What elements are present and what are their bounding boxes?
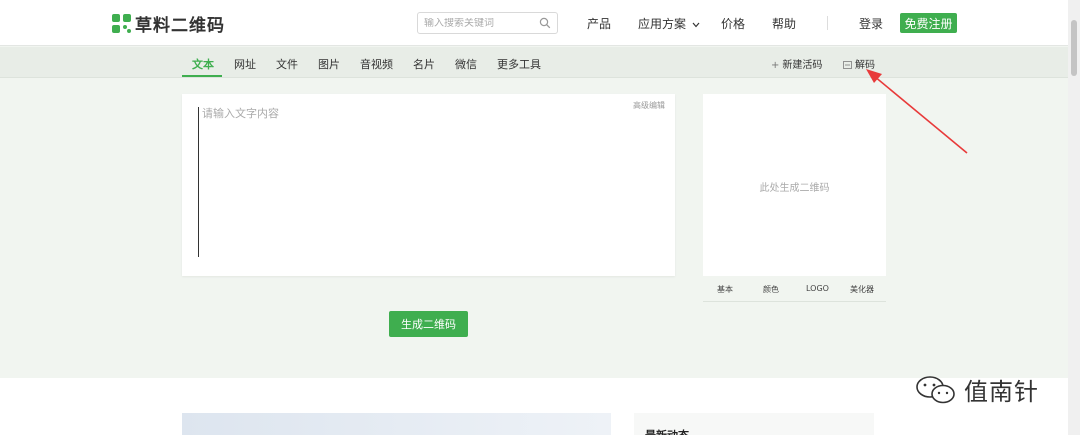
nav-divider — [827, 16, 828, 30]
wechat-watermark: 值南针 — [914, 372, 1039, 407]
advanced-edit-link[interactable]: 高级编辑 — [633, 100, 665, 111]
new-live-code-label: 新建活码 — [782, 60, 823, 71]
tab-file[interactable]: 文件 — [276, 56, 298, 72]
nav-pricing[interactable]: 价格 — [721, 15, 745, 32]
logo-text: 草料二维码 — [135, 15, 225, 36]
chevron-down-icon — [692, 22, 700, 27]
search-box[interactable] — [417, 12, 558, 34]
login-link[interactable]: 登录 — [859, 15, 883, 32]
tab-style-beautifier[interactable]: 美化器 — [850, 284, 874, 295]
search-icon[interactable] — [539, 17, 551, 29]
tab-audio-video[interactable]: 音视频 — [360, 56, 393, 72]
qr-preview-placeholder: 此处生成二维码 — [759, 183, 830, 194]
wechat-icon — [916, 375, 955, 403]
plus-icon: + — [771, 60, 780, 71]
new-live-code-link[interactable]: + 新建活码 — [771, 56, 822, 71]
tab-url[interactable]: 网址 — [234, 56, 256, 72]
tab-business-card[interactable]: 名片 — [413, 56, 435, 72]
text-content-input[interactable] — [198, 107, 658, 257]
tab-wechat[interactable]: 微信 — [455, 56, 477, 72]
tab-more-tools[interactable]: 更多工具 — [497, 56, 541, 72]
promo-banner[interactable] — [182, 413, 611, 435]
page-scrollbar[interactable] — [1068, 0, 1080, 435]
text-editor-panel: 高级编辑 — [182, 94, 675, 276]
decode-icon — [843, 61, 852, 69]
site-logo[interactable]: 草料二维码 — [112, 11, 225, 36]
nav-help[interactable]: 帮助 — [772, 15, 796, 32]
annotation-arrow — [866, 69, 968, 154]
tab-style-color[interactable]: 颜色 — [763, 284, 779, 295]
tab-text[interactable]: 文本 — [192, 56, 214, 72]
nav-solutions[interactable]: 应用方案 — [638, 15, 700, 32]
nav-solutions-label: 应用方案 — [638, 17, 687, 31]
search-input[interactable] — [424, 17, 534, 29]
register-button[interactable]: 免费注册 — [900, 13, 957, 33]
active-tab-indicator — [182, 75, 222, 77]
nav-products[interactable]: 产品 — [587, 15, 611, 32]
qr-preview-panel: 此处生成二维码 — [703, 94, 886, 276]
scrollbar-thumb[interactable] — [1071, 20, 1077, 76]
watermark-text: 值南针 — [964, 378, 1039, 406]
tab-style-basic[interactable]: 基本 — [717, 284, 733, 295]
news-title: 最新动态 — [645, 427, 689, 435]
top-header: 草料二维码 产品 应用方案 价格 帮助 登录 免费注册 — [0, 0, 1068, 46]
generate-qr-button[interactable]: 生成二维码 — [389, 311, 468, 337]
tab-image[interactable]: 图片 — [318, 56, 340, 72]
tab-style-logo[interactable]: LOGO — [806, 284, 829, 293]
logo-mark-icon — [112, 13, 131, 33]
qr-style-tabs: 基本 颜色 LOGO 美化器 — [703, 280, 886, 302]
